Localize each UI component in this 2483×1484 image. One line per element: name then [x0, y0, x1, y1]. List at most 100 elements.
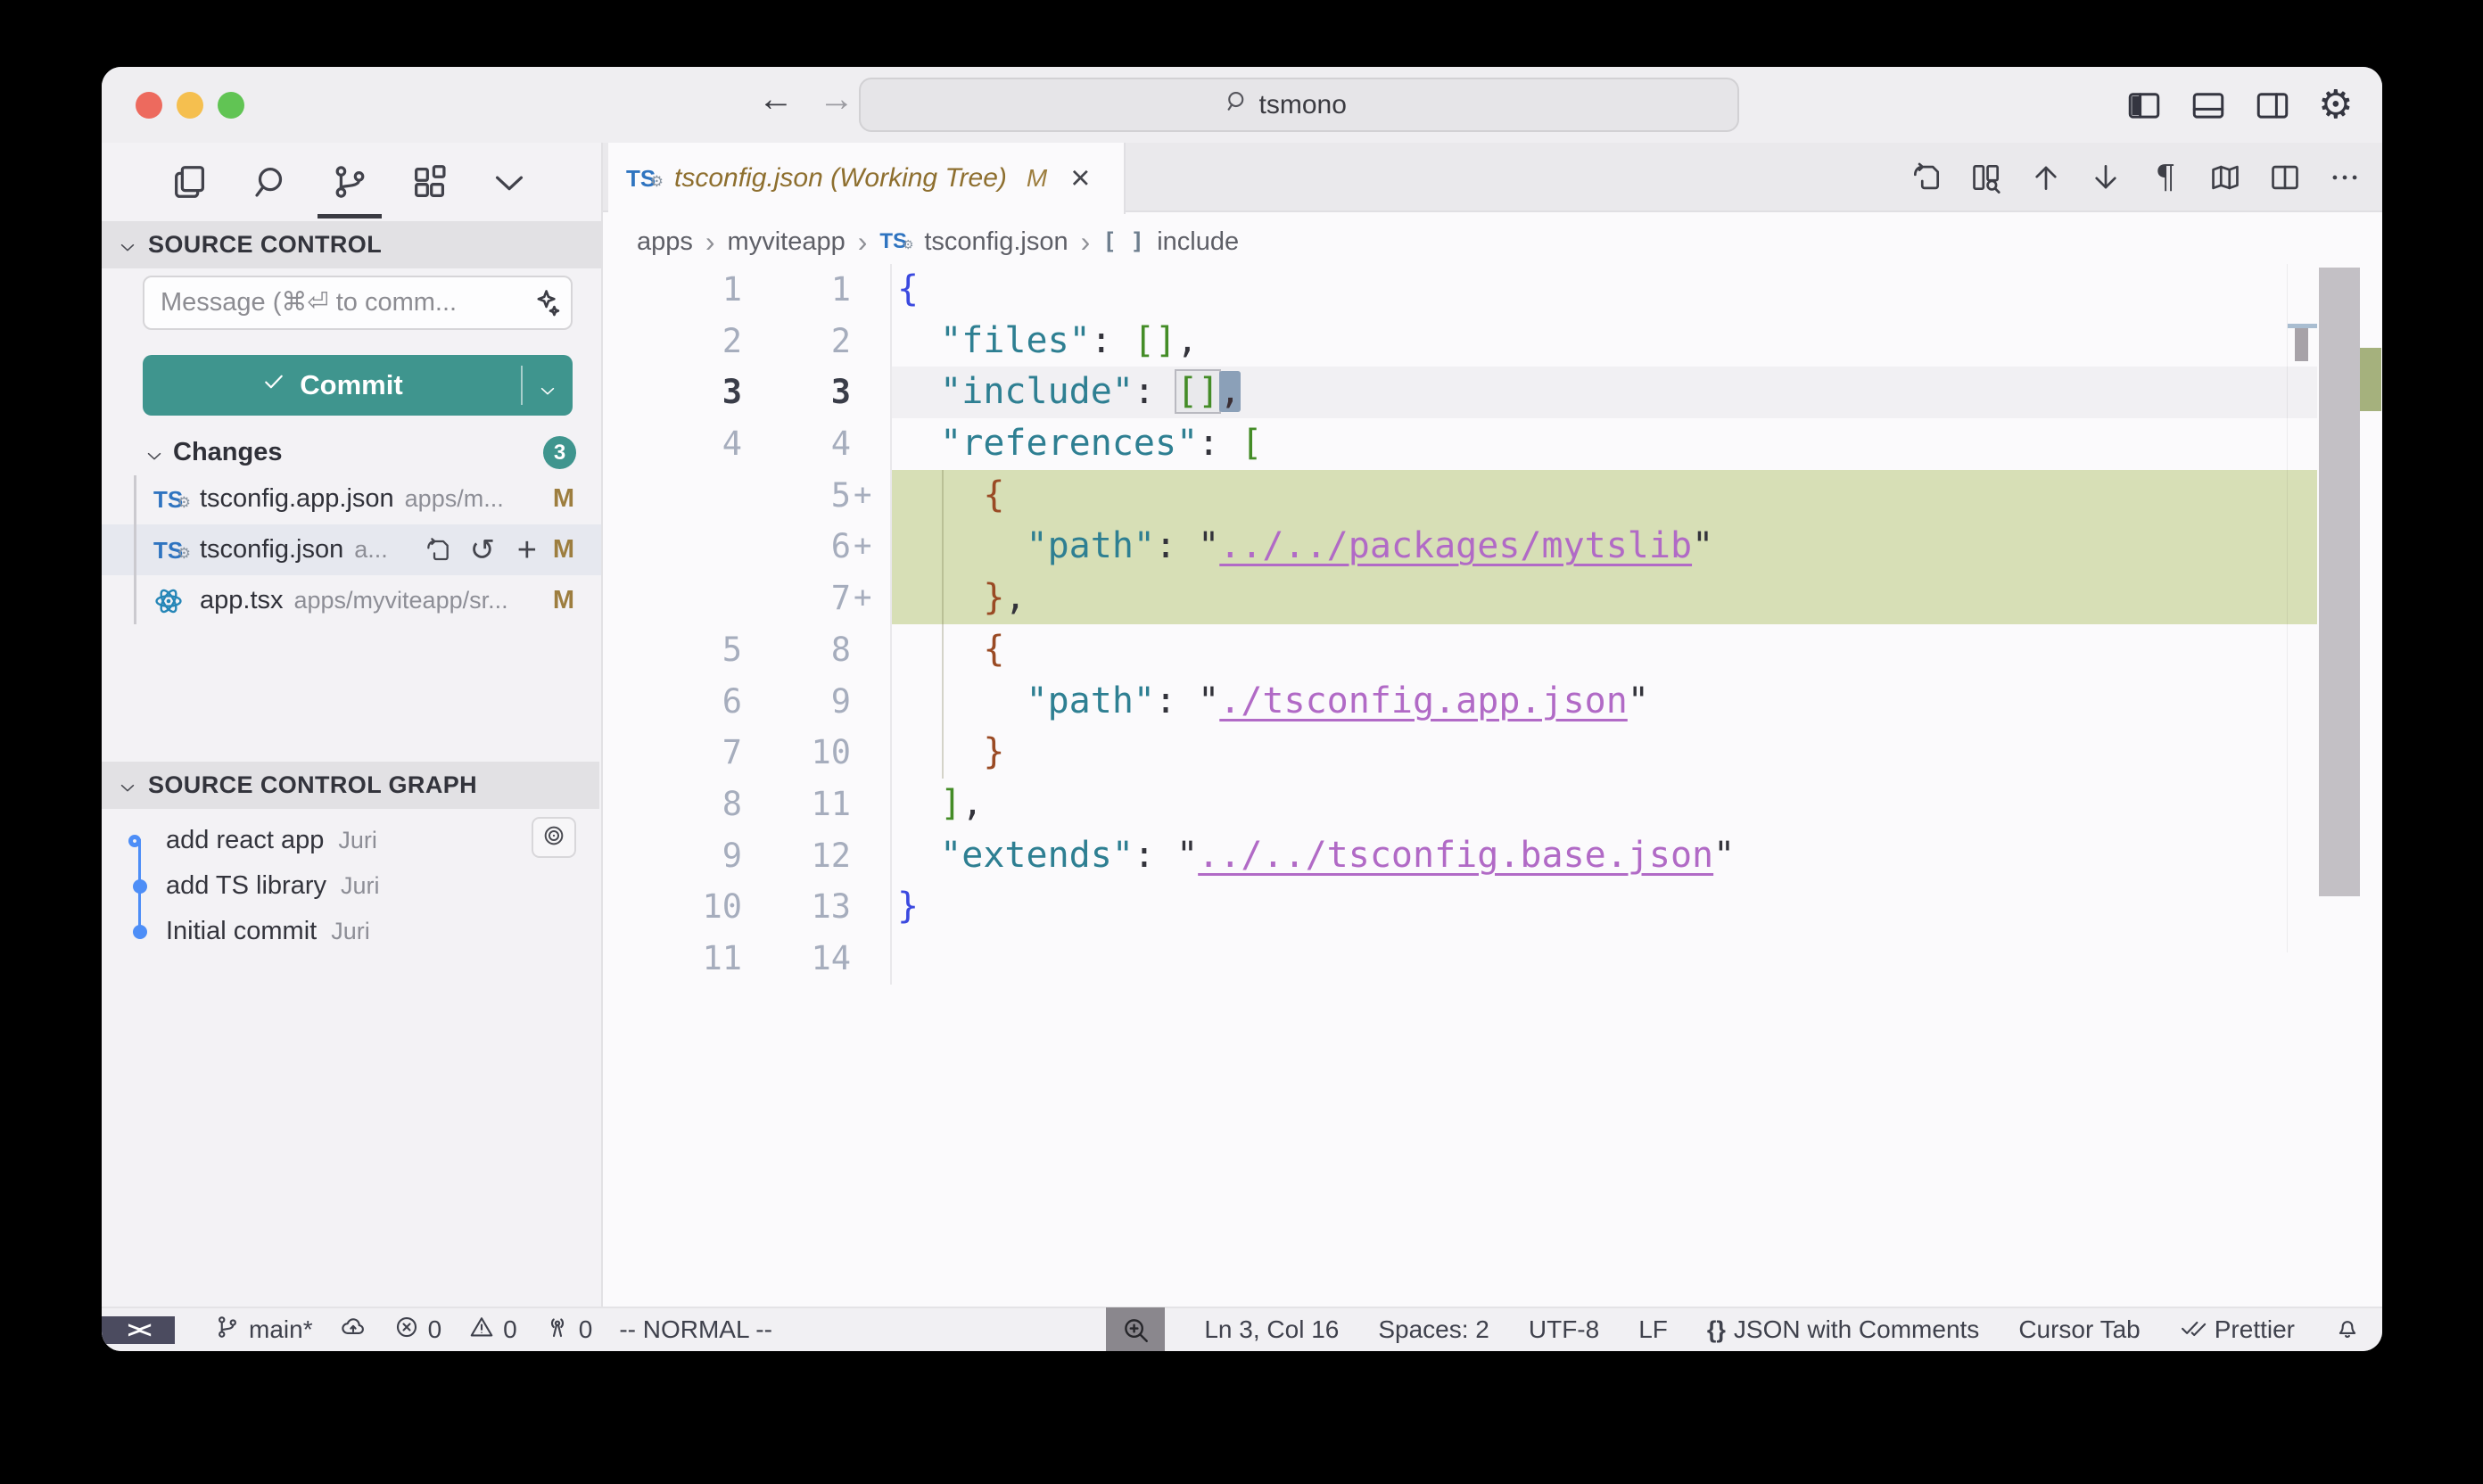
commit-row[interactable]: add TS libraryJuri: [102, 863, 599, 909]
double-check-status[interactable]: Prettier: [2180, 1314, 2295, 1347]
cloud-upload-icon: [340, 1314, 367, 1347]
layout-sidebar-right-icon[interactable]: [2254, 87, 2291, 124]
new-line-number: 6: [742, 521, 851, 573]
code-text[interactable]: "path": "./tsconfig.app.json": [890, 676, 2317, 728]
status-item-status[interactable]: UTF-8: [1529, 1315, 1599, 1344]
arrow-down-icon[interactable]: [2088, 160, 2124, 195]
file-name: tsconfig.app.json: [200, 484, 394, 514]
status-item-status[interactable]: LF: [1638, 1315, 1668, 1344]
status-item-status[interactable]: Spaces: 2: [1378, 1315, 1489, 1344]
code-text[interactable]: ],: [890, 779, 2317, 830]
code-text[interactable]: }: [890, 881, 2317, 933]
status-item-status[interactable]: -- NORMAL --: [619, 1315, 772, 1344]
warning-status[interactable]: 0: [468, 1314, 517, 1347]
arrow-up-icon[interactable]: [2028, 160, 2064, 195]
chevron-down-icon: [118, 235, 137, 255]
code-line: 1013}: [603, 881, 2317, 933]
code-text[interactable]: "files": [],: [890, 316, 2317, 367]
split-editor-icon[interactable]: [2267, 160, 2303, 195]
breadcrumb-item[interactable]: tsconfig.json: [924, 227, 1068, 257]
old-line-number: [603, 521, 742, 573]
vertical-scrollbar[interactable]: [2319, 268, 2360, 896]
tab-tsconfig-working-tree[interactable]: TS⚙ tsconfig.json (Working Tree) M ×: [608, 143, 1126, 214]
commit-dropdown-button[interactable]: [523, 375, 573, 395]
new-line-number: 11: [742, 779, 851, 830]
commit-message-input[interactable]: [143, 276, 573, 330]
breadcrumb-item[interactable]: apps: [637, 227, 693, 257]
warning-icon: [468, 1314, 495, 1347]
status-item-status[interactable]: Ln 3, Col 16: [1204, 1315, 1339, 1344]
activity-extensions-icon[interactable]: [409, 158, 450, 206]
breadcrumb-item[interactable]: include: [1157, 227, 1239, 257]
code-text[interactable]: "path": "../../packages/mytslib": [890, 521, 2317, 573]
remote-indicator[interactable]: ><: [102, 1316, 175, 1344]
added-line-marker: [851, 624, 890, 676]
sparkle-ai-icon[interactable]: [528, 286, 562, 320]
discard-icon[interactable]: ↺: [467, 535, 498, 565]
activity-source-control-icon[interactable]: [329, 158, 370, 206]
source-control-section-header[interactable]: SOURCE CONTROL: [102, 221, 601, 268]
changes-header[interactable]: Changes 3: [102, 432, 601, 474]
code-text[interactable]: {: [890, 264, 2317, 316]
error-icon: [393, 1314, 420, 1347]
code-text[interactable]: }: [890, 727, 2317, 779]
search-input[interactable]: [1259, 90, 1375, 120]
code-text[interactable]: {: [890, 470, 2317, 522]
braces-status[interactable]: {}JSON with Comments: [1707, 1315, 1979, 1344]
layout-panel-icon[interactable]: [2190, 87, 2227, 124]
new-line-number: 14: [742, 933, 851, 985]
status-label: 0: [579, 1315, 593, 1344]
goto-file-icon[interactable]: [1909, 160, 1944, 195]
close-window-button[interactable]: [136, 92, 162, 119]
stage-icon[interactable]: +: [512, 535, 542, 565]
ellipsis-icon[interactable]: [2327, 160, 2363, 195]
branch-status[interactable]: main*: [214, 1314, 313, 1347]
map-icon[interactable]: [2207, 160, 2243, 195]
tab-title: tsconfig.json (Working Tree): [674, 163, 1007, 194]
source-control-graph-header[interactable]: SOURCE CONTROL GRAPH: [102, 762, 599, 809]
goto-file-icon[interactable]: [423, 535, 453, 565]
code-text[interactable]: "extends": "../../tsconfig.base.json": [890, 830, 2317, 882]
cloud-upload-status[interactable]: [340, 1314, 367, 1347]
tab-bar: TS⚙ tsconfig.json (Working Tree) M × ¶: [603, 143, 2382, 212]
old-line-number: 8: [603, 779, 742, 830]
commit-button[interactable]: Commit: [143, 355, 573, 416]
commit-row[interactable]: Initial commitJuri: [102, 909, 599, 954]
activity-search-icon[interactable]: [250, 158, 291, 206]
close-tab-button[interactable]: ×: [1070, 165, 1090, 192]
code-text[interactable]: "include": [],: [890, 367, 2317, 418]
inline-compare-icon[interactable]: [1968, 160, 2004, 195]
command-center-search[interactable]: [859, 78, 1739, 132]
maximize-window-button[interactable]: [218, 92, 244, 119]
old-line-number: 6: [603, 676, 742, 728]
pilcrow-icon[interactable]: ¶: [2148, 160, 2183, 195]
code-text[interactable]: "references": [: [890, 418, 2317, 470]
chevron-down-icon: [118, 776, 137, 796]
activity-chevron-down-icon[interactable]: [489, 158, 530, 206]
broadcast-status[interactable]: 0: [544, 1314, 593, 1347]
gear-icon[interactable]: ⚙: [2318, 87, 2355, 124]
new-line-number: 5: [742, 470, 851, 522]
error-status[interactable]: 0: [393, 1314, 442, 1347]
changed-file-row[interactable]: TS⚙tsconfig.jsona...↺+M: [102, 524, 601, 575]
code-text[interactable]: {: [890, 624, 2317, 676]
back-button[interactable]: ←: [753, 79, 799, 120]
changed-file-row[interactable]: app.tsxapps/myviteapp/sr...M: [102, 575, 601, 626]
layout-sidebar-left-icon[interactable]: [2125, 87, 2163, 124]
breadcrumb-item[interactable]: myviteapp: [728, 227, 846, 257]
added-line-marker: +: [851, 521, 890, 573]
commit-row[interactable]: add react appJuri: [102, 818, 599, 863]
code-text[interactable]: },: [890, 573, 2317, 624]
file-path: apps/myviteapp/sr...: [294, 587, 508, 614]
code-text[interactable]: [890, 933, 2317, 985]
goto-current-commit-button[interactable]: [532, 817, 576, 858]
status-item-status[interactable]: Cursor Tab: [2018, 1315, 2140, 1344]
activity-explorer-icon[interactable]: [169, 158, 210, 206]
zoom-indicator[interactable]: [1106, 1307, 1165, 1351]
new-line-number: 10: [742, 727, 851, 779]
forward-button[interactable]: →: [813, 79, 860, 120]
minimize-window-button[interactable]: [177, 92, 203, 119]
bell-status[interactable]: [2334, 1314, 2361, 1347]
changed-file-row[interactable]: TS⚙tsconfig.app.jsonapps/m...M: [102, 474, 601, 524]
code-line: 33 "include": [],: [603, 367, 2317, 418]
